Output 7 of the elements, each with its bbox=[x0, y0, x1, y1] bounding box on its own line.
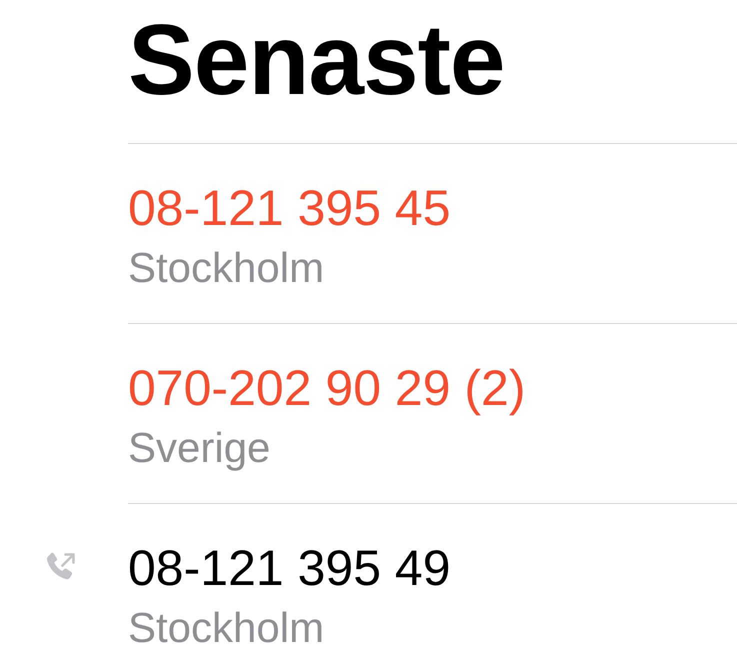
call-location: Sverige bbox=[128, 423, 270, 473]
phone-number[interactable]: 070-202 90 29 (2) bbox=[128, 358, 526, 418]
page-title: Senaste bbox=[128, 3, 505, 110]
call-location: Stockholm bbox=[128, 603, 324, 653]
phone-number[interactable]: 08-121 395 49 bbox=[128, 538, 451, 598]
call-location: Stockholm bbox=[128, 243, 324, 293]
phone-number[interactable]: 08-121 395 45 bbox=[128, 178, 451, 238]
